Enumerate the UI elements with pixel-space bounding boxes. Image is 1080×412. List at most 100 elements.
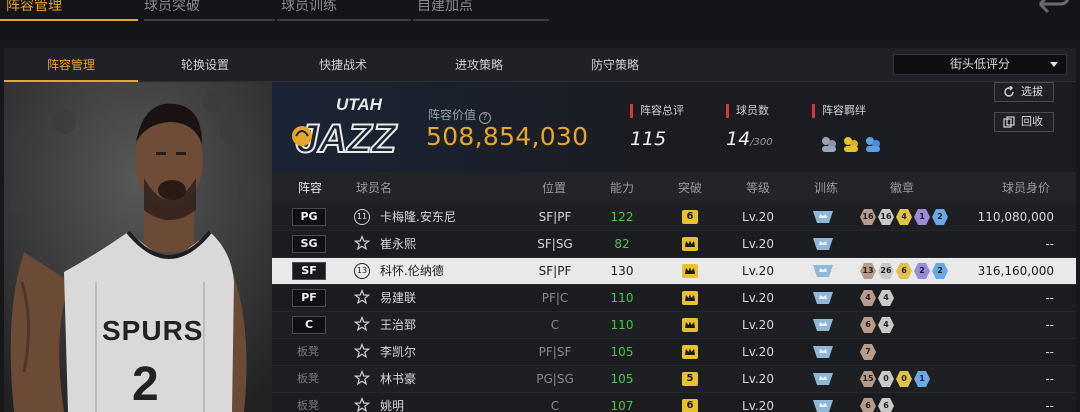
lineup-rating-stat: 阵容总评 115 [630,104,684,150]
bond-icons[interactable] [818,134,888,156]
badge-hex-icon: 0 [878,371,894,387]
header-slot[interactable]: 阵容 [298,172,322,204]
sort-dropdown[interactable]: 街头低评分 [893,54,1067,75]
roster-table-body: PG 11 卡梅隆.安东尼 SF|PF 122 6 Lv.20 16 16 4 1 2 110,080,… [272,204,1076,412]
player-level: Lv.20 [742,345,774,359]
training-shield-icon[interactable] [812,263,834,279]
player-position: PG|SG [536,372,574,386]
breakthrough-badge[interactable]: 6 [682,399,698,412]
subtab-label: 防守策略 [590,58,639,72]
tab-player-breakthrough[interactable]: 球员突破 [138,0,275,22]
header-name[interactable]: 球员名 [356,172,392,204]
header-ability[interactable]: 能力 [610,172,634,204]
jazz-logo-icon: UTAH JAZZ [292,95,399,162]
subtab-defense-strategy[interactable]: 防守策略 [548,48,682,82]
breakthrough-badge[interactable]: 5 [682,372,698,386]
top-tab-bar: 阵容管理 球员突破 球员训练 自建加点 [0,0,1080,40]
table-row[interactable]: C 王治郅 C 110 Lv.20 6 4 -- [272,312,1076,339]
header-badges[interactable]: 徽章 [890,172,914,204]
player-name[interactable]: 姚明 [380,393,404,412]
subtab-lineup-management[interactable]: 阵容管理 [4,48,138,82]
training-shield-icon[interactable] [812,209,834,225]
player-value: -- [1045,237,1054,251]
breakthrough-badge[interactable]: 6 [682,210,698,224]
tab-custom-points[interactable]: 自建加点 [411,0,549,22]
breakthrough-crown-badge[interactable] [682,345,698,359]
table-row[interactable]: 板凳 姚明 C 107 6 Lv.20 6 6 -- [272,393,1076,412]
slot-badge: SG [292,235,326,253]
badge-hex-icon: 1 [914,209,930,225]
header-position[interactable]: 位置 [542,172,566,204]
lineup-value-label-text: 阵容价值 [428,108,477,122]
sort-dropdown-value: 街头低评分 [949,57,1010,71]
sub-tab-bar: 阵容管理 轮换设置 快捷战术 进攻策略 防守策略 街头低评分 [4,48,1076,82]
player-level: Lv.20 [742,291,774,305]
select-button[interactable]: 选拔 [994,82,1054,102]
player-position: SF|PF [538,210,572,224]
badge-hex-icon: 2 [914,263,930,279]
player-name[interactable]: 林书豪 [380,366,416,392]
player-name[interactable]: 王治郅 [380,312,416,338]
breakthrough-crown-badge[interactable] [682,291,698,305]
player-ability: 82 [614,237,630,251]
table-row[interactable]: SG 崔永熙 SF|SG 82 Lv.20 -- [272,231,1076,258]
breakthrough-crown-badge[interactable] [682,318,698,332]
table-row[interactable]: SF 13 科怀.伦纳德 SF|PF 130 Lv.20 13 26 6 2 2 316,160,00… [272,258,1076,285]
star-icon [354,316,370,332]
breakthrough-crown-badge[interactable] [682,237,698,251]
player-position: PF|SF [538,345,572,359]
player-illustration: SPURS 2 [4,82,272,412]
badge-hex-icon: 16 [878,209,894,225]
player-level: Lv.20 [742,399,774,412]
lineup-bond-stat: 阵容羁绊 [812,104,866,118]
training-shield-icon[interactable] [812,344,834,360]
player-position: C [550,399,560,412]
table-row[interactable]: 板凳 李凯尔 PF|SF 105 Lv.20 7 -- [272,339,1076,366]
training-shield-icon[interactable] [812,236,834,252]
badge-hex-icon: 13 [860,263,876,279]
player-ability: 110 [610,291,634,305]
header-breakthrough[interactable]: 突破 [678,172,702,204]
table-row[interactable]: PF 易建联 PF|C 110 Lv.20 4 4 -- [272,285,1076,312]
player-level: Lv.20 [742,264,774,278]
training-shield-icon[interactable] [812,290,834,306]
tab-player-training[interactable]: 球员训练 [275,0,411,22]
table-row[interactable]: 板凳 林书豪 PG|SG 105 5 Lv.20 15 0 0 1 -- [272,366,1076,393]
slot-badge: PF [292,289,326,307]
player-name[interactable]: 崔永熙 [380,231,416,257]
player-name[interactable]: 李凯尔 [380,339,416,365]
subtab-offense-strategy[interactable]: 进攻策略 [412,48,546,82]
back-icon[interactable] [1036,0,1070,16]
training-shield-icon[interactable] [812,371,834,387]
player-name[interactable]: 易建联 [380,285,416,311]
svg-text:UTAH: UTAH [336,95,383,114]
player-name[interactable]: 卡梅隆.安东尼 [380,204,456,230]
breakthrough-crown-badge[interactable] [682,264,698,278]
training-shield-icon[interactable] [812,317,834,333]
star-icon [354,289,370,305]
caret-down-icon [1050,62,1058,67]
subtab-quick-tactics[interactable]: 快捷战术 [276,48,410,82]
player-ability: 130 [610,264,634,278]
training-shield-icon[interactable] [812,398,834,412]
badge-hex-icon: 2 [932,209,948,225]
table-row[interactable]: PG 11 卡梅隆.安东尼 SF|PF 122 6 Lv.20 16 16 4 1 2 110,080,… [272,204,1076,231]
header-value[interactable]: 球员身价 [1002,172,1050,204]
player-count-number: 14 [726,128,751,150]
header-level[interactable]: 等级 [746,172,770,204]
subtab-rotation-settings[interactable]: 轮换设置 [138,48,272,82]
tab-underline [277,19,411,21]
header-training[interactable]: 训练 [814,172,838,204]
player-level: Lv.20 [742,318,774,332]
crown-icon [685,240,695,247]
svg-text:SPURS: SPURS [102,315,203,346]
badge-hex-icon: 26 [878,263,894,279]
player-value: -- [1045,318,1054,332]
tab-label: 球员训练 [281,0,337,14]
recycle-button[interactable]: 回收 [994,112,1054,132]
player-name[interactable]: 科怀.伦纳德 [380,258,444,284]
tab-underline [413,19,549,21]
tab-lineup-management[interactable]: 阵容管理 [0,0,138,22]
player-ability: 110 [610,318,634,332]
crown-icon [685,348,695,355]
